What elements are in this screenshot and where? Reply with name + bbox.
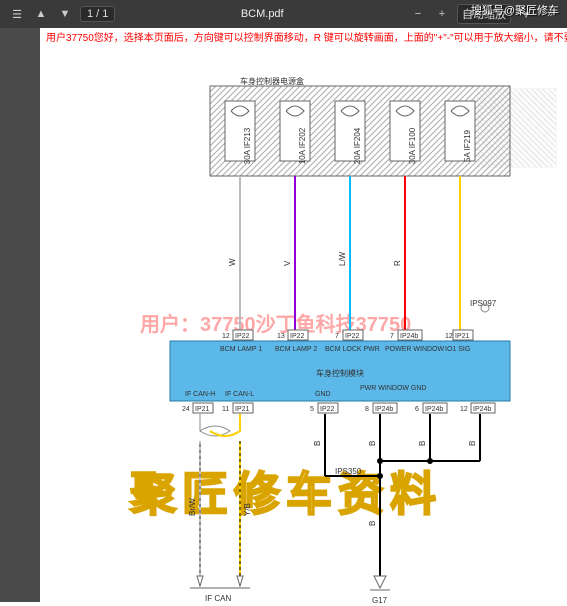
fuse-4: 30A IF100 — [390, 101, 420, 164]
svg-text:BCM LOCK PWR: BCM LOCK PWR — [325, 346, 380, 353]
fuse-5: 5A IF219 — [445, 101, 475, 162]
svg-text:IP22: IP22 — [290, 333, 305, 340]
svg-text:G17: G17 — [372, 596, 388, 605]
svg-text:BCM LAMP 1: BCM LAMP 1 — [220, 346, 262, 353]
svg-text:IP24b: IP24b — [375, 406, 393, 413]
svg-text:V: V — [283, 260, 292, 266]
pdf-page: 用户37750您好，选择本页面后，方向键可以控制界面移动，R 键可以旋转画面，上… — [40, 28, 567, 602]
svg-text:B: B — [313, 441, 322, 446]
svg-text:IP22: IP22 — [345, 333, 360, 340]
svg-text:BCM LAMP 2: BCM LAMP 2 — [275, 346, 317, 353]
svg-text:30A IF213: 30A IF213 — [243, 127, 252, 164]
svg-text:30A IF100: 30A IF100 — [408, 127, 417, 164]
pdf-sidebar — [0, 28, 40, 602]
svg-text:IP21: IP21 — [235, 406, 250, 413]
svg-text:6: 6 — [415, 406, 419, 413]
svg-text:13: 13 — [277, 333, 285, 340]
svg-text:24: 24 — [182, 406, 190, 413]
svg-text:7: 7 — [390, 333, 394, 340]
svg-text:IP21: IP21 — [455, 333, 470, 340]
zoom-in-icon[interactable]: + — [433, 5, 451, 23]
svg-text:IP21: IP21 — [195, 406, 210, 413]
svg-text:12: 12 — [222, 333, 230, 340]
svg-text:10A IF202: 10A IF202 — [298, 127, 307, 164]
svg-text:IP22: IP22 — [320, 406, 335, 413]
svg-text:5: 5 — [310, 406, 314, 413]
svg-text:Y/B: Y/B — [243, 503, 252, 516]
svg-text:IPS350: IPS350 — [335, 467, 362, 476]
svg-text:Br/W: Br/W — [188, 498, 197, 516]
svg-text:POWER WINDOW: POWER WINDOW — [385, 346, 444, 353]
svg-text:IP22: IP22 — [235, 333, 250, 340]
svg-text:IP24b: IP24b — [425, 406, 443, 413]
doc-title: BCM.pdf — [241, 8, 284, 20]
page-indicator[interactable]: 1 / 1 — [80, 6, 115, 22]
page-down-icon[interactable]: ▼ — [56, 5, 74, 23]
svg-text:8: 8 — [365, 406, 369, 413]
svg-text:IF CAN-L: IF CAN-L — [225, 391, 254, 398]
svg-text:R: R — [393, 260, 402, 266]
svg-text:B: B — [368, 441, 377, 446]
module-name: 车身控制模块 — [316, 368, 364, 378]
svg-text:IP24b: IP24b — [473, 406, 491, 413]
zoom-out-icon[interactable]: − — [409, 5, 427, 23]
svg-text:12: 12 — [460, 406, 468, 413]
svg-text:7: 7 — [335, 333, 339, 340]
svg-text:PWR WINDOW GND: PWR WINDOW GND — [360, 385, 427, 392]
attribution: 搜狐号@聚匠修车 — [471, 2, 559, 18]
svg-text:W: W — [228, 258, 237, 266]
fuse-3: 20A IF204 — [335, 101, 365, 164]
fusebox-title: 车身控制器电源盒 — [240, 76, 304, 86]
svg-text:B: B — [368, 521, 377, 526]
svg-text:L/W: L/W — [338, 251, 347, 266]
svg-text:5A IF219: 5A IF219 — [463, 129, 472, 162]
svg-text:IF CAN-H: IF CAN-H — [185, 391, 215, 398]
svg-text:B: B — [468, 441, 477, 446]
page-up-icon[interactable]: ▲ — [32, 5, 50, 23]
wiring-diagram: 车身控制器电源盒 30A IF213 10A IF202 20A IF204 — [40, 46, 567, 606]
svg-text:IP24b: IP24b — [400, 333, 418, 340]
svg-text:IPS097: IPS097 — [470, 299, 497, 308]
svg-text:11: 11 — [222, 406, 229, 413]
fuse-1: 30A IF213 — [225, 101, 255, 164]
svg-text:GND: GND — [315, 391, 331, 398]
svg-text:12: 12 — [445, 333, 453, 340]
ground-icon — [374, 576, 386, 588]
svg-text:20A IF204: 20A IF204 — [353, 127, 362, 164]
sidebar-toggle-icon[interactable]: ☰ — [8, 5, 26, 23]
fuse-2: 10A IF202 — [280, 101, 310, 164]
ground-wires: IPS350 B B B B B G17 — [313, 414, 480, 605]
can-twisted-pair: Br/W Y/B IF CAN — [188, 414, 252, 603]
svg-text:IO1 SIG: IO1 SIG — [445, 346, 470, 353]
svg-text:B: B — [418, 441, 427, 446]
